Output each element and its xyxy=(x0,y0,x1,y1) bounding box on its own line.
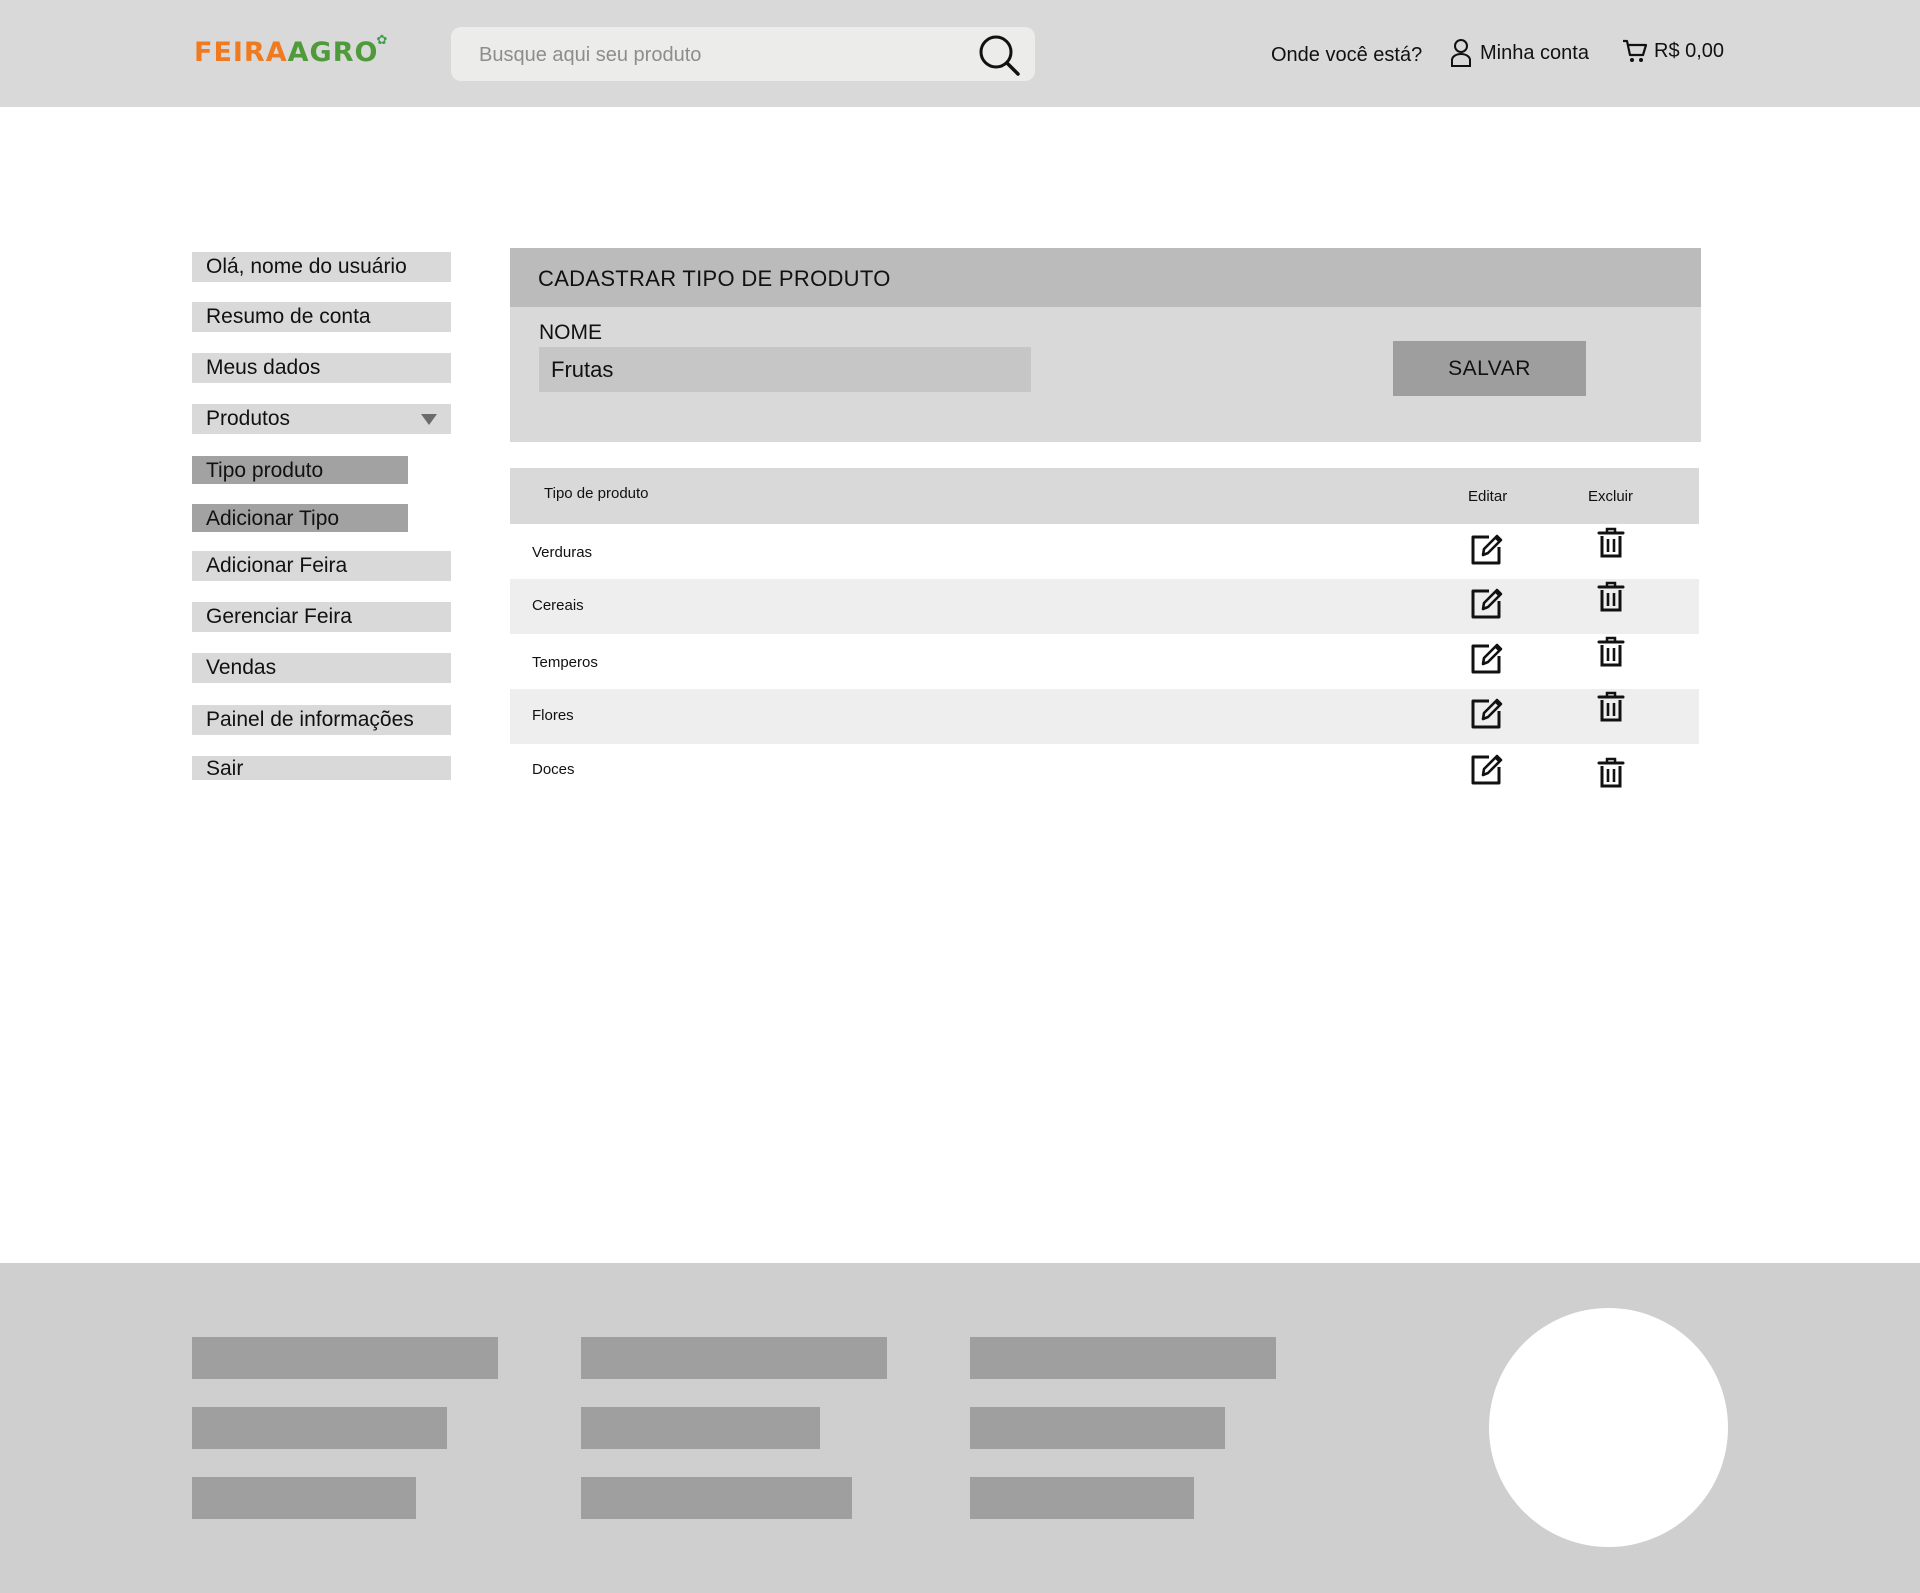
search-icon[interactable] xyxy=(977,33,1021,77)
save-button[interactable]: SALVAR xyxy=(1393,341,1586,396)
feiragro-logo[interactable]: FEIRA A GRO ✿ xyxy=(194,33,388,77)
footer-placeholder-bar xyxy=(192,1337,498,1379)
footer-placeholder-bar xyxy=(581,1477,852,1519)
chevron-down-icon xyxy=(421,414,437,425)
footer-placeholder-bar xyxy=(581,1337,887,1379)
cart-icon xyxy=(1623,39,1648,62)
column-header-delete: Excluir xyxy=(1588,488,1634,505)
footer-placeholder-bar xyxy=(192,1407,447,1449)
sidebar-item-info-panel[interactable]: Painel de informações xyxy=(192,705,451,735)
edit-icon[interactable] xyxy=(1469,753,1503,787)
table-row: Cereais xyxy=(510,579,1699,634)
name-field[interactable] xyxy=(539,347,1031,392)
footer-placeholder-bar xyxy=(192,1477,416,1519)
sidebar-item-products-label: Produtos xyxy=(206,407,291,430)
cart-link[interactable]: R$ 0,00 xyxy=(1622,38,1724,64)
product-types-table: Tipo de produto Editar Excluir Verduras … xyxy=(510,468,1699,799)
row-name: Cereais xyxy=(532,597,584,614)
top-header: FEIRAAGRO✿ Onde você está? Minha conta R… xyxy=(0,0,1920,107)
sidebar-item-greeting: Olá, nome do usuário xyxy=(192,252,451,282)
footer-placeholder-bar xyxy=(970,1407,1225,1449)
user-icon xyxy=(1451,39,1471,67)
table-row: Temperos xyxy=(510,634,1699,689)
sidebar-item-my-data[interactable]: Meus dados xyxy=(192,353,451,383)
sidebar-item-add-fair[interactable]: Adicionar Feira xyxy=(192,551,451,581)
logo-text-gro: GRO xyxy=(309,37,379,68)
trash-icon[interactable] xyxy=(1597,527,1625,559)
name-field-label: NOME xyxy=(539,321,602,344)
table-row: Verduras xyxy=(510,524,1699,579)
footer-placeholder-bar xyxy=(970,1337,1276,1379)
table-header: Tipo de produto Editar Excluir xyxy=(510,468,1699,524)
sidebar-item-account-summary[interactable]: Resumo de conta xyxy=(192,302,451,332)
search-bar xyxy=(451,27,1035,83)
sidebar-subitem-product-type[interactable]: Tipo produto xyxy=(192,456,408,484)
edit-icon[interactable] xyxy=(1469,697,1503,731)
column-header-type: Tipo de produto xyxy=(544,485,649,502)
panel-title: CADASTRAR TIPO DE PRODUTO xyxy=(538,266,891,291)
logo-text-a: A xyxy=(287,37,310,68)
sidebar-item-products[interactable]: Produtos xyxy=(192,404,451,434)
sidebar-item-manage-fair[interactable]: Gerenciar Feira xyxy=(192,602,451,632)
footer xyxy=(0,1263,1920,1593)
cart-total: R$ 0,00 xyxy=(1654,39,1725,62)
location-link[interactable]: Onde você está? xyxy=(1271,44,1422,67)
search-input[interactable] xyxy=(477,27,961,83)
panel-header: CADASTRAR TIPO DE PRODUTO xyxy=(510,248,1701,307)
row-name: Temperos xyxy=(532,654,598,671)
edit-icon[interactable] xyxy=(1469,642,1503,676)
account-link[interactable]: Minha conta xyxy=(1450,38,1589,68)
sidebar-item-sales[interactable]: Vendas xyxy=(192,653,451,683)
sidebar-item-logout[interactable]: Sair xyxy=(192,756,451,780)
row-name: Flores xyxy=(532,707,574,724)
account-label: Minha conta xyxy=(1480,41,1589,64)
edit-icon[interactable] xyxy=(1469,533,1503,567)
logo-leaf-icon: ✿ xyxy=(376,33,389,48)
footer-placeholder-circle xyxy=(1489,1308,1728,1547)
table-row: Doces xyxy=(510,744,1699,799)
logo-text-feira: FEIRA xyxy=(194,37,288,68)
footer-placeholder-bar xyxy=(581,1407,820,1449)
trash-icon[interactable] xyxy=(1597,757,1625,789)
row-name: Doces xyxy=(532,761,575,778)
trash-icon[interactable] xyxy=(1597,636,1625,668)
column-header-edit: Editar xyxy=(1468,488,1508,505)
trash-icon[interactable] xyxy=(1597,581,1625,613)
row-name: Verduras xyxy=(532,544,593,561)
footer-placeholder-bar xyxy=(970,1477,1194,1519)
sidebar-subitem-add-type[interactable]: Adicionar Tipo xyxy=(192,504,408,532)
trash-icon[interactable] xyxy=(1597,691,1625,723)
register-product-type-panel: CADASTRAR TIPO DE PRODUTO NOME SALVAR xyxy=(510,248,1701,442)
table-row: Flores xyxy=(510,689,1699,744)
edit-icon[interactable] xyxy=(1469,587,1503,621)
